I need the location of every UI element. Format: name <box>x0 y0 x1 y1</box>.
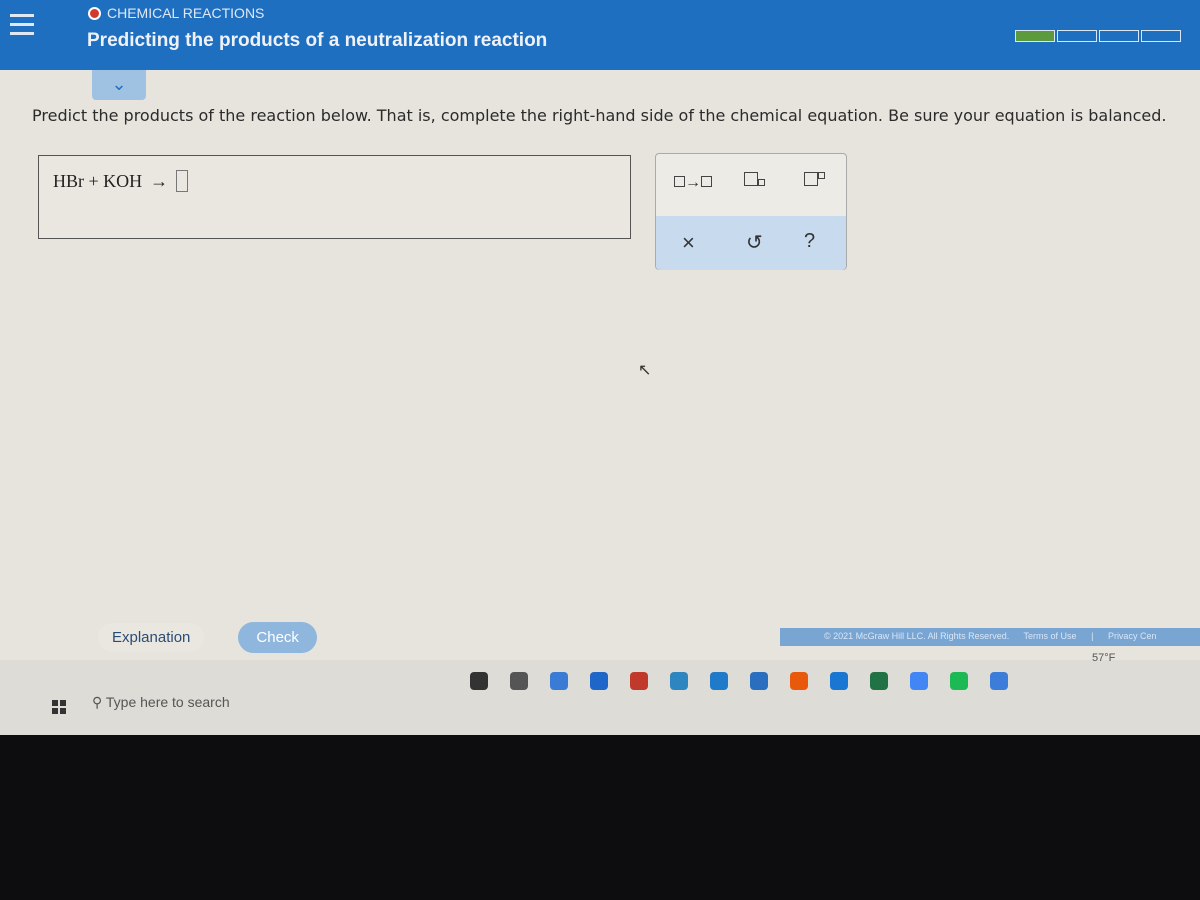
toolbox: → × ↺ ? <box>655 153 847 270</box>
taskbar-app-icon[interactable] <box>750 672 768 690</box>
answer-box[interactable]: HBr + KOH → <box>38 155 631 239</box>
taskbar-app-icon[interactable] <box>550 672 568 690</box>
taskbar-app-icon[interactable] <box>950 672 968 690</box>
check-button[interactable]: Check <box>238 622 317 653</box>
superscript-button[interactable] <box>804 172 825 191</box>
taskbar-app-icon[interactable] <box>870 672 888 690</box>
topic-status-dot-icon <box>88 6 101 20</box>
privacy-link[interactable]: Privacy Cen <box>1108 631 1157 641</box>
taskbar-app-icon[interactable] <box>830 672 848 690</box>
terms-link[interactable]: Terms of Use <box>1024 631 1077 641</box>
arrow-icon: → <box>150 170 169 191</box>
taskbar-app-icon[interactable] <box>670 672 688 690</box>
search-placeholder: Type here to search <box>105 694 230 710</box>
taskbar-app-icon[interactable] <box>510 672 528 690</box>
product-input-slot[interactable] <box>176 170 189 192</box>
equation-reactants: HBr + KOH <box>53 170 143 191</box>
explanation-button[interactable]: Explanation <box>98 623 205 652</box>
topic-text: CHEMICAL REACTIONS <box>107 5 265 21</box>
collapse-chevron-down-icon[interactable]: ⌄ <box>92 70 146 100</box>
taskbar-app-icon[interactable] <box>590 672 608 690</box>
taskbar-app-icon[interactable] <box>910 672 928 690</box>
taskbar-search[interactable]: ⚲ Type here to search <box>92 694 230 711</box>
clear-x-icon[interactable]: × <box>682 230 695 256</box>
progress-segment <box>1141 30 1181 42</box>
progress-segment <box>1057 30 1097 42</box>
help-icon[interactable]: ? <box>804 230 815 253</box>
mouse-cursor-icon: ↖ <box>638 362 652 379</box>
weather-readout[interactable]: 57°F <box>1092 652 1115 664</box>
undo-icon[interactable]: ↺ <box>746 230 763 255</box>
taskbar-app-icon[interactable] <box>790 672 808 690</box>
question-prompt: Predict the products of the reaction bel… <box>32 106 1167 125</box>
windows-start-icon[interactable] <box>52 700 66 714</box>
taskbar-app-icon[interactable] <box>990 672 1008 690</box>
page-title: Predicting the products of a neutralizat… <box>87 30 548 51</box>
footer-buttons: Explanation Check <box>98 622 317 653</box>
screen: CHEMICAL REACTIONS Predicting the produc… <box>0 0 1200 735</box>
subscript-button[interactable] <box>744 172 765 191</box>
toolbox-actions: × ↺ ? <box>656 216 846 270</box>
windows-taskbar: ⚲ Type here to search 57°F <box>0 652 1200 735</box>
taskbar-app-icons <box>470 672 1008 690</box>
taskbar-app-icon[interactable] <box>470 672 488 690</box>
progress-bar <box>1015 30 1181 42</box>
separator: | <box>1091 631 1094 641</box>
taskbar-app-icon[interactable] <box>710 672 728 690</box>
hamburger-menu-icon[interactable] <box>10 14 34 36</box>
reaction-arrow-button[interactable]: → <box>674 174 712 192</box>
topic-label: CHEMICAL REACTIONS <box>88 5 264 21</box>
progress-segment <box>1015 30 1055 42</box>
equation: HBr + KOH → <box>53 170 189 192</box>
progress-segment <box>1099 30 1139 42</box>
taskbar-app-icon[interactable] <box>630 672 648 690</box>
header-bar: CHEMICAL REACTIONS Predicting the produc… <box>0 0 1200 70</box>
copyright-text: © 2021 McGraw Hill LLC. All Rights Reser… <box>824 631 1010 641</box>
copyright-bar: © 2021 McGraw Hill LLC. All Rights Reser… <box>780 628 1200 646</box>
